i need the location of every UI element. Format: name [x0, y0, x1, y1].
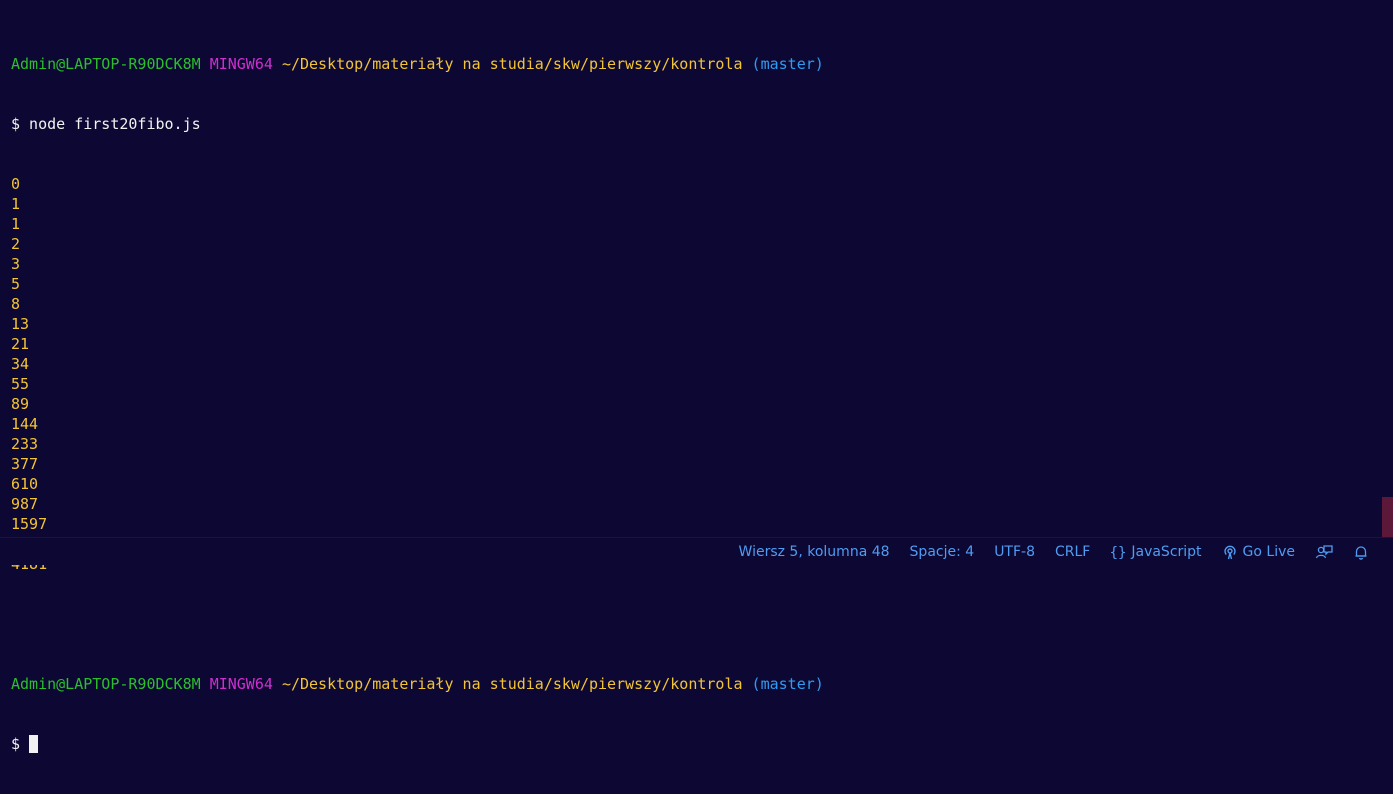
output-line: 3: [11, 255, 21, 273]
output-line: 89: [11, 395, 30, 413]
output-line: 5: [11, 275, 21, 293]
output-line: 233: [11, 435, 39, 453]
prompt-line: Admin@LAPTOP-R90DCK8M MINGW64 ~/Desktop/…: [11, 674, 824, 694]
output-line: 34: [11, 355, 30, 373]
line-ending-item[interactable]: CRLF: [1055, 544, 1090, 560]
language-label: JavaScript: [1131, 543, 1202, 560]
output-line: 8: [11, 295, 21, 313]
go-live-label: Go Live: [1242, 543, 1295, 560]
working-directory: ~/Desktop/materiały na studia/skw/pierws…: [281, 675, 743, 693]
terminal-panel[interactable]: Admin@LAPTOP-R90DCK8M MINGW64 ~/Desktop/…: [0, 0, 1393, 753]
working-directory: ~/Desktop/materiały na studia/skw/pierws…: [281, 55, 743, 73]
language-mode-item[interactable]: {} JavaScript: [1110, 544, 1201, 560]
feedback-item[interactable]: [1315, 544, 1333, 560]
output-line: 0: [11, 175, 21, 193]
output-line: 13: [11, 315, 30, 333]
output-line: 1597: [11, 515, 48, 533]
indentation-label: Spacje: 4: [909, 543, 975, 560]
output-line: 610: [11, 475, 39, 493]
notifications-item[interactable]: [1353, 544, 1369, 560]
braces-icon: {}: [1110, 544, 1126, 560]
user-host: Admin@LAPTOP-R90DCK8M: [11, 55, 201, 73]
svg-text:{}: {}: [1110, 545, 1126, 560]
encoding-item[interactable]: UTF-8: [994, 544, 1035, 560]
output-line: 144: [11, 415, 39, 433]
cursor-position-label: Wiersz 5, kolumna 48: [738, 543, 890, 560]
scrollbar-thumb[interactable]: [1382, 497, 1393, 537]
encoding-label: UTF-8: [994, 543, 1035, 560]
terminal-output: Admin@LAPTOP-R90DCK8M MINGW64 ~/Desktop/…: [11, 14, 824, 794]
go-live-item[interactable]: Go Live: [1222, 544, 1295, 560]
prompt-line: Admin@LAPTOP-R90DCK8M MINGW64 ~/Desktop/…: [11, 54, 824, 74]
indentation-item[interactable]: Spacje: 4: [910, 544, 975, 560]
git-branch: (master): [751, 55, 824, 73]
broadcast-icon: [1222, 544, 1238, 560]
output-line: 55: [11, 375, 30, 393]
bell-icon: [1353, 544, 1369, 560]
program-output: 0112358132134558914423337761098715972584…: [11, 174, 824, 574]
output-line: 1: [11, 195, 21, 213]
shell-env: MINGW64: [209, 675, 273, 693]
status-bar: Wiersz 5, kolumna 48 Spacje: 4 UTF-8 CRL…: [0, 537, 1393, 565]
output-line: 377: [11, 455, 39, 473]
feedback-icon: [1315, 544, 1333, 560]
command-line: $ node first20fibo.js: [11, 115, 201, 133]
user-host: Admin@LAPTOP-R90DCK8M: [11, 675, 201, 693]
git-branch: (master): [751, 675, 824, 693]
cursor-position-item[interactable]: Wiersz 5, kolumna 48: [739, 544, 890, 560]
output-line: 1: [11, 215, 21, 233]
output-line: 987: [11, 495, 39, 513]
prompt-symbol: $: [11, 735, 30, 753]
text-cursor: [29, 735, 39, 753]
shell-env: MINGW64: [209, 55, 273, 73]
output-line: 21: [11, 335, 30, 353]
input-line[interactable]: $: [11, 734, 824, 754]
line-ending-label: CRLF: [1055, 543, 1091, 560]
output-line: 2: [11, 235, 21, 253]
